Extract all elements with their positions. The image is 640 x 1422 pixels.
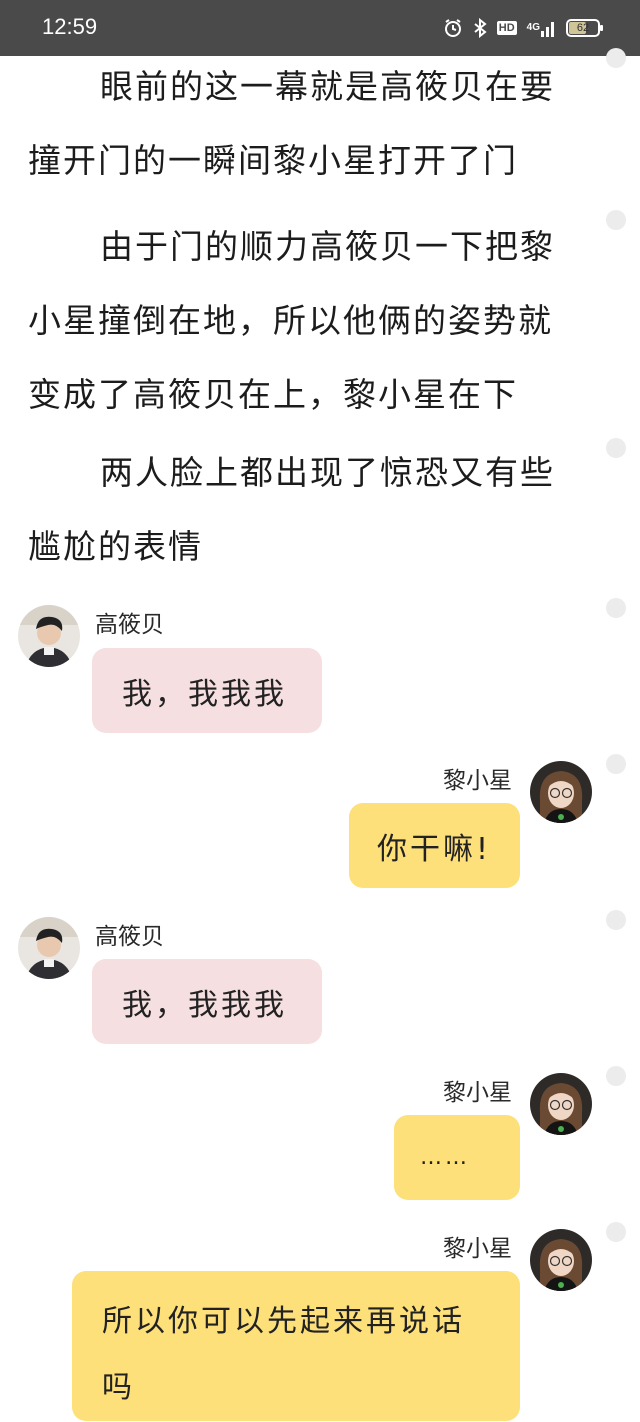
narration-text: 眼前的这一幕就是高筱贝在要撞开门的一瞬间黎小星打开了门 <box>28 67 555 180</box>
avatar-girl-icon <box>530 761 592 823</box>
side-dot[interactable] <box>606 48 626 68</box>
avatar-girl-icon <box>530 1073 592 1135</box>
message-text: 我，我我我 <box>122 676 287 712</box>
side-dot[interactable] <box>606 210 626 230</box>
status-bar: 12:59 HD 4G 62 <box>0 0 640 56</box>
narration-paragraph: 两人脸上都出现了惊恐又有些尴尬的表情 <box>28 436 573 584</box>
message-bubble[interactable]: 我，我我我 <box>92 959 322 1044</box>
sender-name: 高筱贝 <box>95 924 164 950</box>
message-bubble[interactable]: 你干嘛! <box>349 803 520 888</box>
avatar-li[interactable] <box>530 1073 592 1135</box>
message-bubble[interactable]: 所以你可以先起来再说话吗 <box>72 1271 520 1421</box>
avatar-boy-icon <box>18 917 80 979</box>
message-text: 我，我我我 <box>122 987 287 1023</box>
narration-text: 由于门的顺力高筱贝一下把黎小星撞倒在地，所以他俩的姿势就变成了高筱贝在上，黎小星… <box>28 227 555 414</box>
narration-text: 两人脸上都出现了惊恐又有些尴尬的表情 <box>28 453 555 566</box>
avatar-li[interactable] <box>530 1229 592 1291</box>
side-dot[interactable] <box>606 1222 626 1242</box>
narration-paragraph: 眼前的这一幕就是高筱贝在要撞开门的一瞬间黎小星打开了门 <box>28 50 573 198</box>
message-bubble[interactable]: 我，我我我 <box>92 648 322 733</box>
status-icons: HD 4G 62 <box>443 15 603 41</box>
side-dot[interactable] <box>606 1066 626 1086</box>
side-dot[interactable] <box>606 438 626 458</box>
hd-icon: HD <box>496 21 517 35</box>
network-type: 4G <box>526 22 540 33</box>
message-bubble[interactable]: …… <box>394 1115 520 1200</box>
battery-icon: 62 <box>566 19 603 37</box>
sender-name: 黎小星 <box>443 1080 512 1106</box>
avatar-girl-icon <box>530 1229 592 1291</box>
signal-icon: 4G <box>527 19 556 37</box>
alarm-icon <box>443 18 463 38</box>
side-dot[interactable] <box>606 754 626 774</box>
bluetooth-icon <box>473 18 487 38</box>
message-text: 你干嘛! <box>377 831 492 867</box>
side-dot[interactable] <box>606 910 626 930</box>
narration-paragraph: 由于门的顺力高筱贝一下把黎小星撞倒在地，所以他俩的姿势就变成了高筱贝在上，黎小星… <box>28 210 573 432</box>
message-text: …… <box>420 1145 470 1170</box>
message-text: 所以你可以先起来再说话吗 <box>102 1304 465 1405</box>
avatar-gao[interactable] <box>18 605 80 667</box>
battery-level: 62 <box>576 22 590 34</box>
sender-name: 黎小星 <box>443 768 512 794</box>
status-time: 12:59 <box>42 14 98 39</box>
sender-name: 黎小星 <box>443 1236 512 1262</box>
side-dot[interactable] <box>606 598 626 618</box>
avatar-li[interactable] <box>530 761 592 823</box>
sender-name: 高筱贝 <box>95 612 164 638</box>
avatar-boy-icon <box>18 605 80 667</box>
avatar-gao[interactable] <box>18 917 80 979</box>
